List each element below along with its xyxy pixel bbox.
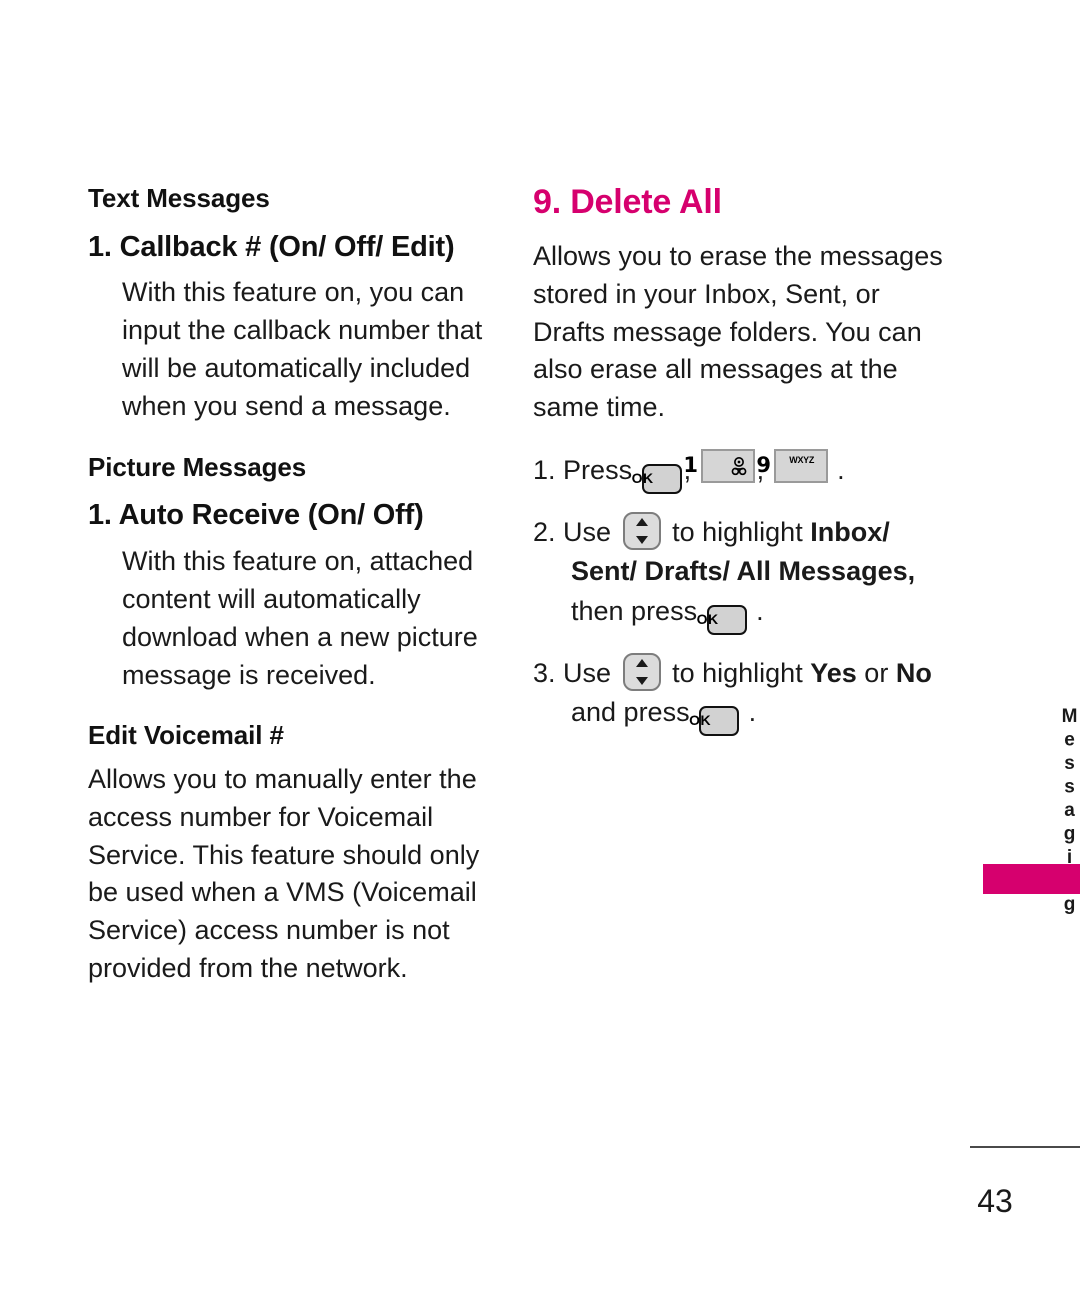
intro-text-delete-all: Allows you to erase the messages stored … [533, 241, 943, 423]
step-2-text-use: Use [563, 517, 612, 548]
one-key-icon: 1 [683, 449, 755, 484]
page-title-delete-all: 9. Delete All [533, 183, 722, 221]
step-2-number: 2. [533, 517, 556, 548]
step-2-period: . [756, 595, 764, 626]
navigation-key-icon [622, 512, 661, 551]
side-tab-label: Messaging [1059, 706, 1080, 918]
step-1-text-press: Press [563, 455, 633, 486]
left-column: Text Messages 1. Callback # (On/ Off/ Ed… [88, 183, 488, 1010]
page-number: 43 [977, 1183, 1013, 1219]
side-tab-accent-bar [983, 864, 1080, 894]
right-column: 9. Delete All Allows you to erase the me… [533, 183, 948, 754]
voicemail-symbol-icon [731, 457, 747, 476]
step-1: 1. Press OK, 1 , 9 WXYZ . [533, 449, 948, 495]
step-3-text-use: Use [563, 657, 612, 688]
ok-key-icon: OK [632, 464, 682, 495]
step-3-period: . [748, 697, 757, 728]
step-1-period: . [837, 455, 845, 486]
ok-key-icon: OK [697, 604, 747, 635]
numbered-heading-callback: 1. Callback # (On/ Off/ Edit) [88, 230, 455, 263]
ok-key-icon: OK [689, 706, 740, 737]
body-text-auto-receive: With this feature on, attached content w… [122, 546, 478, 690]
section-heading-edit-voicemail: Edit Voicemail # [88, 720, 284, 751]
up-arrow-icon [635, 518, 648, 527]
step-3-text-and-press: and press [571, 697, 690, 728]
footer-divider [970, 1146, 1080, 1148]
down-arrow-icon [635, 536, 648, 545]
step-3-number: 3. [533, 657, 556, 688]
step-2-text-then-press: then press [571, 595, 698, 626]
section-heading-picture-messages: Picture Messages [88, 451, 307, 482]
step-3: 3. Use to highlight Yes or No and press … [533, 652, 948, 737]
step-2-text-highlight: to highlight [672, 517, 803, 548]
nine-key-icon: 9 WXYZ [756, 449, 828, 484]
body-text-callback: With this feature on, you can input the … [122, 277, 483, 421]
step-3-conjunction: or [864, 657, 889, 688]
step-3-bold-no: No [895, 657, 932, 688]
section-heading-text-messages: Text Messages [88, 183, 270, 213]
navigation-key-icon [622, 652, 661, 691]
numbered-heading-auto-receive: 1. Auto Receive (On/ Off) [88, 499, 424, 532]
body-text-edit-voicemail: Allows you to manually enter the access … [88, 763, 480, 983]
step-3-bold-yes: Yes [810, 657, 857, 688]
step-3-text-highlight: to highlight [672, 657, 803, 688]
step-1-number: 1. [533, 455, 556, 486]
down-arrow-icon [635, 676, 648, 685]
step-2: 2. Use to highlight Inbox/ Sent/ Drafts/… [533, 512, 948, 635]
up-arrow-icon [635, 658, 648, 667]
manual-page: Text Messages 1. Callback # (On/ Off/ Ed… [0, 0, 1080, 1295]
